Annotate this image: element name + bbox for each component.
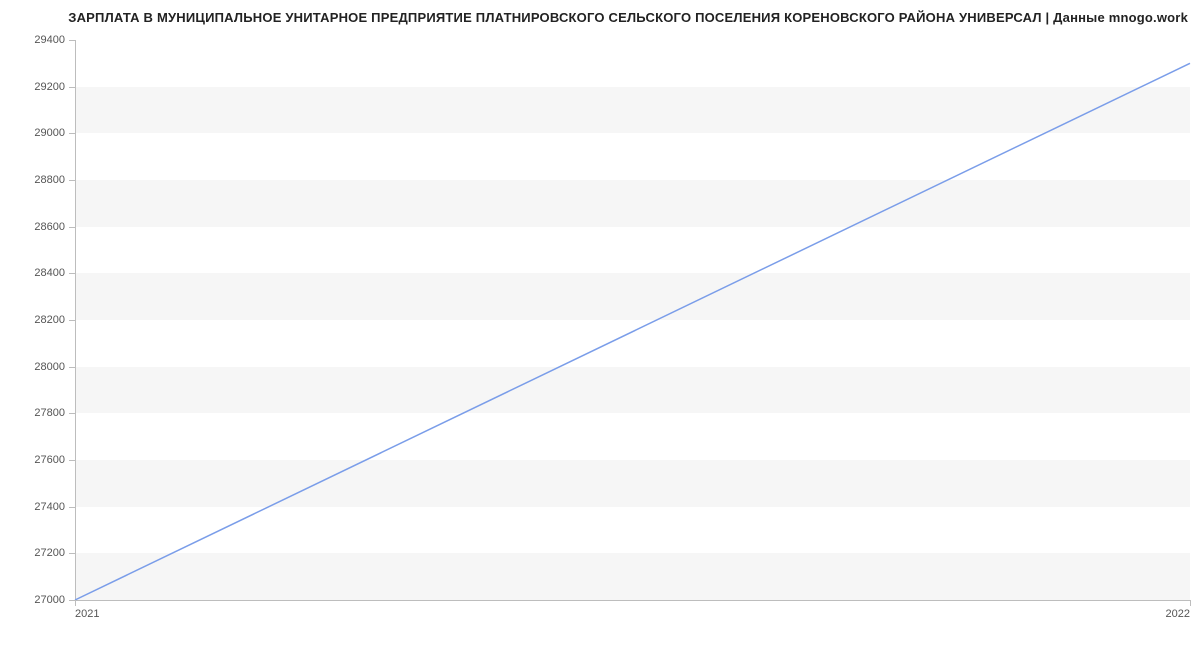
line-series [75,40,1190,600]
x-axis [75,600,1190,601]
chart-title: ЗАРПЛАТА В МУНИЦИПАЛЬНОЕ УНИТАРНОЕ ПРЕДП… [68,10,1188,25]
y-tick-label: 28200 [34,314,75,326]
x-tick-label: 2022 [1166,600,1190,620]
y-tick-label: 28400 [34,267,75,279]
y-tick-label: 27200 [34,547,75,559]
y-tick-label: 29200 [34,81,75,93]
y-tick-label: 28000 [34,361,75,373]
y-tick-label: 29000 [34,127,75,139]
y-tick-label: 27800 [34,407,75,419]
plot-area: 2700027200274002760027800280002820028400… [75,40,1190,600]
x-tick [1190,600,1191,606]
y-tick-label: 27600 [34,454,75,466]
y-tick-label: 28800 [34,174,75,186]
salary-line [75,63,1190,600]
chart-container: ЗАРПЛАТА В МУНИЦИПАЛЬНОЕ УНИТАРНОЕ ПРЕДП… [0,0,1200,650]
y-tick-label: 29400 [34,34,75,46]
y-tick-label: 28600 [34,221,75,233]
y-tick-label: 27000 [34,594,75,606]
y-tick-label: 27400 [34,501,75,513]
x-tick-label: 2021 [75,600,99,620]
